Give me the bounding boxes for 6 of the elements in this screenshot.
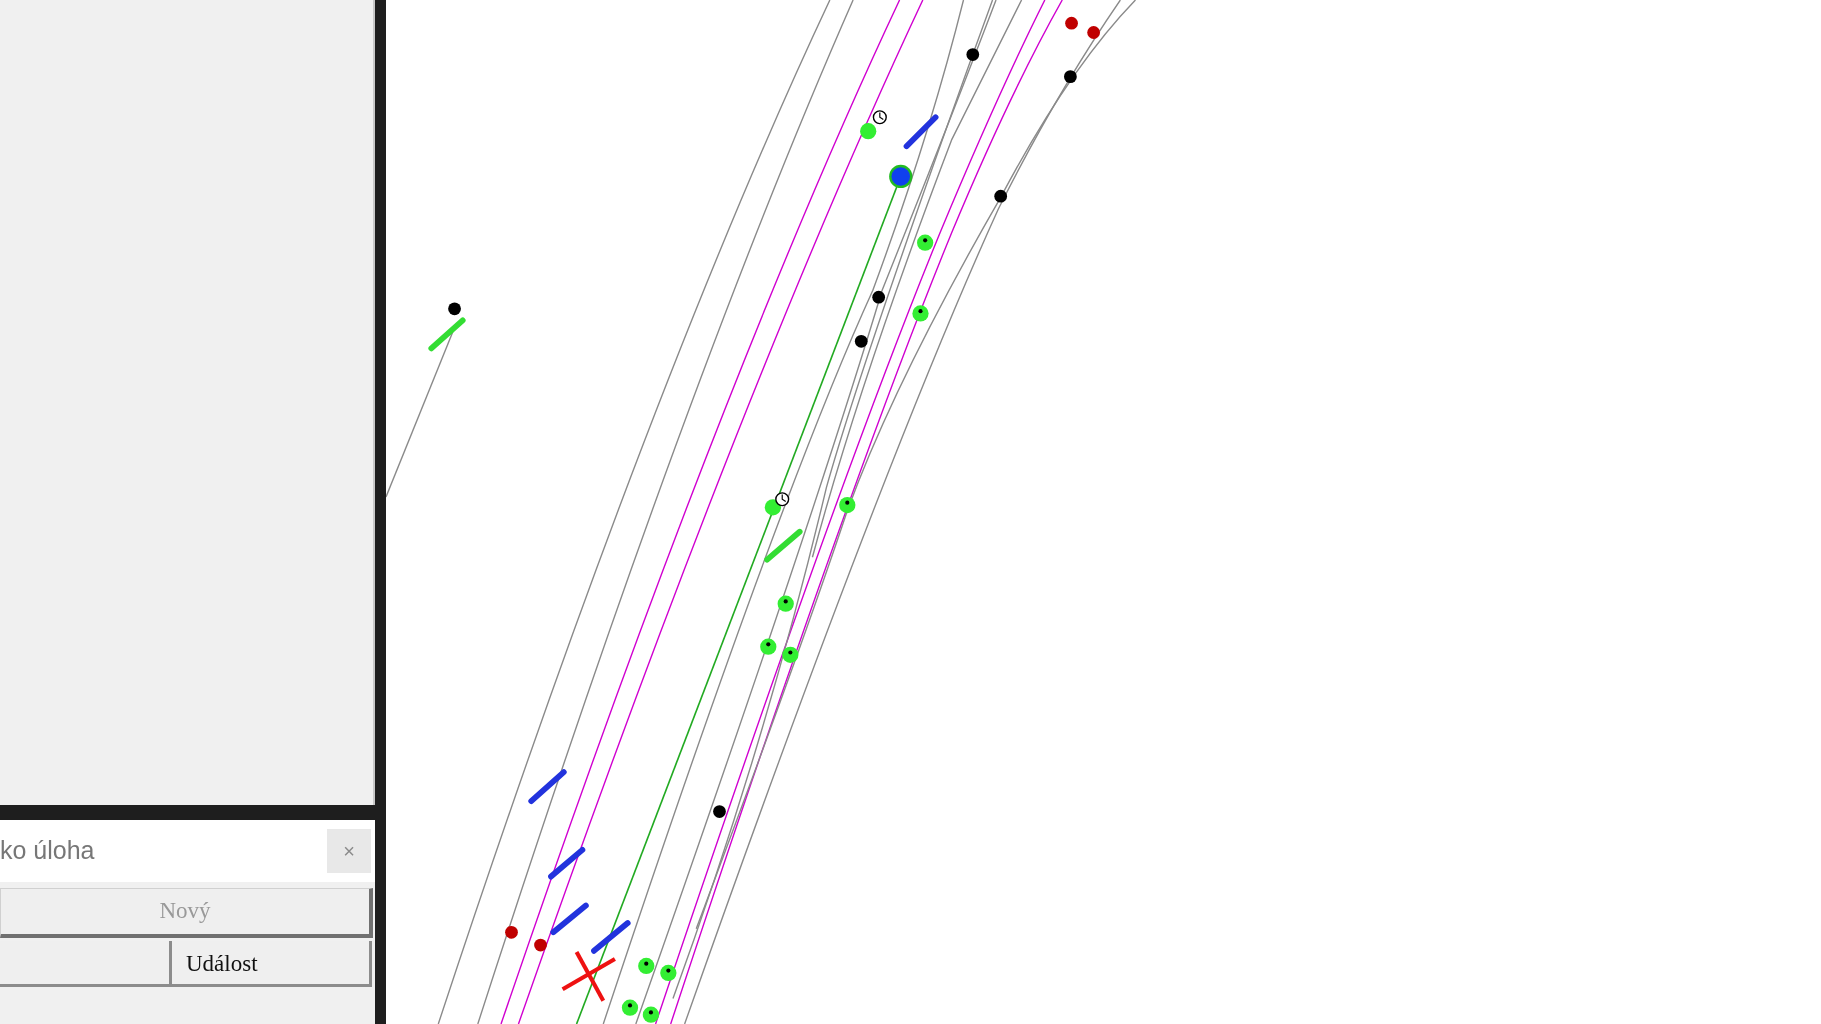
column-header[interactable] [0, 941, 172, 987]
splitter-bar[interactable] [0, 805, 375, 820]
column-header[interactable]: Událost [172, 941, 372, 987]
splitter-bar[interactable] [375, 0, 386, 1024]
panel-title: ko úloha [0, 835, 95, 867]
close-button[interactable]: × [327, 829, 371, 873]
